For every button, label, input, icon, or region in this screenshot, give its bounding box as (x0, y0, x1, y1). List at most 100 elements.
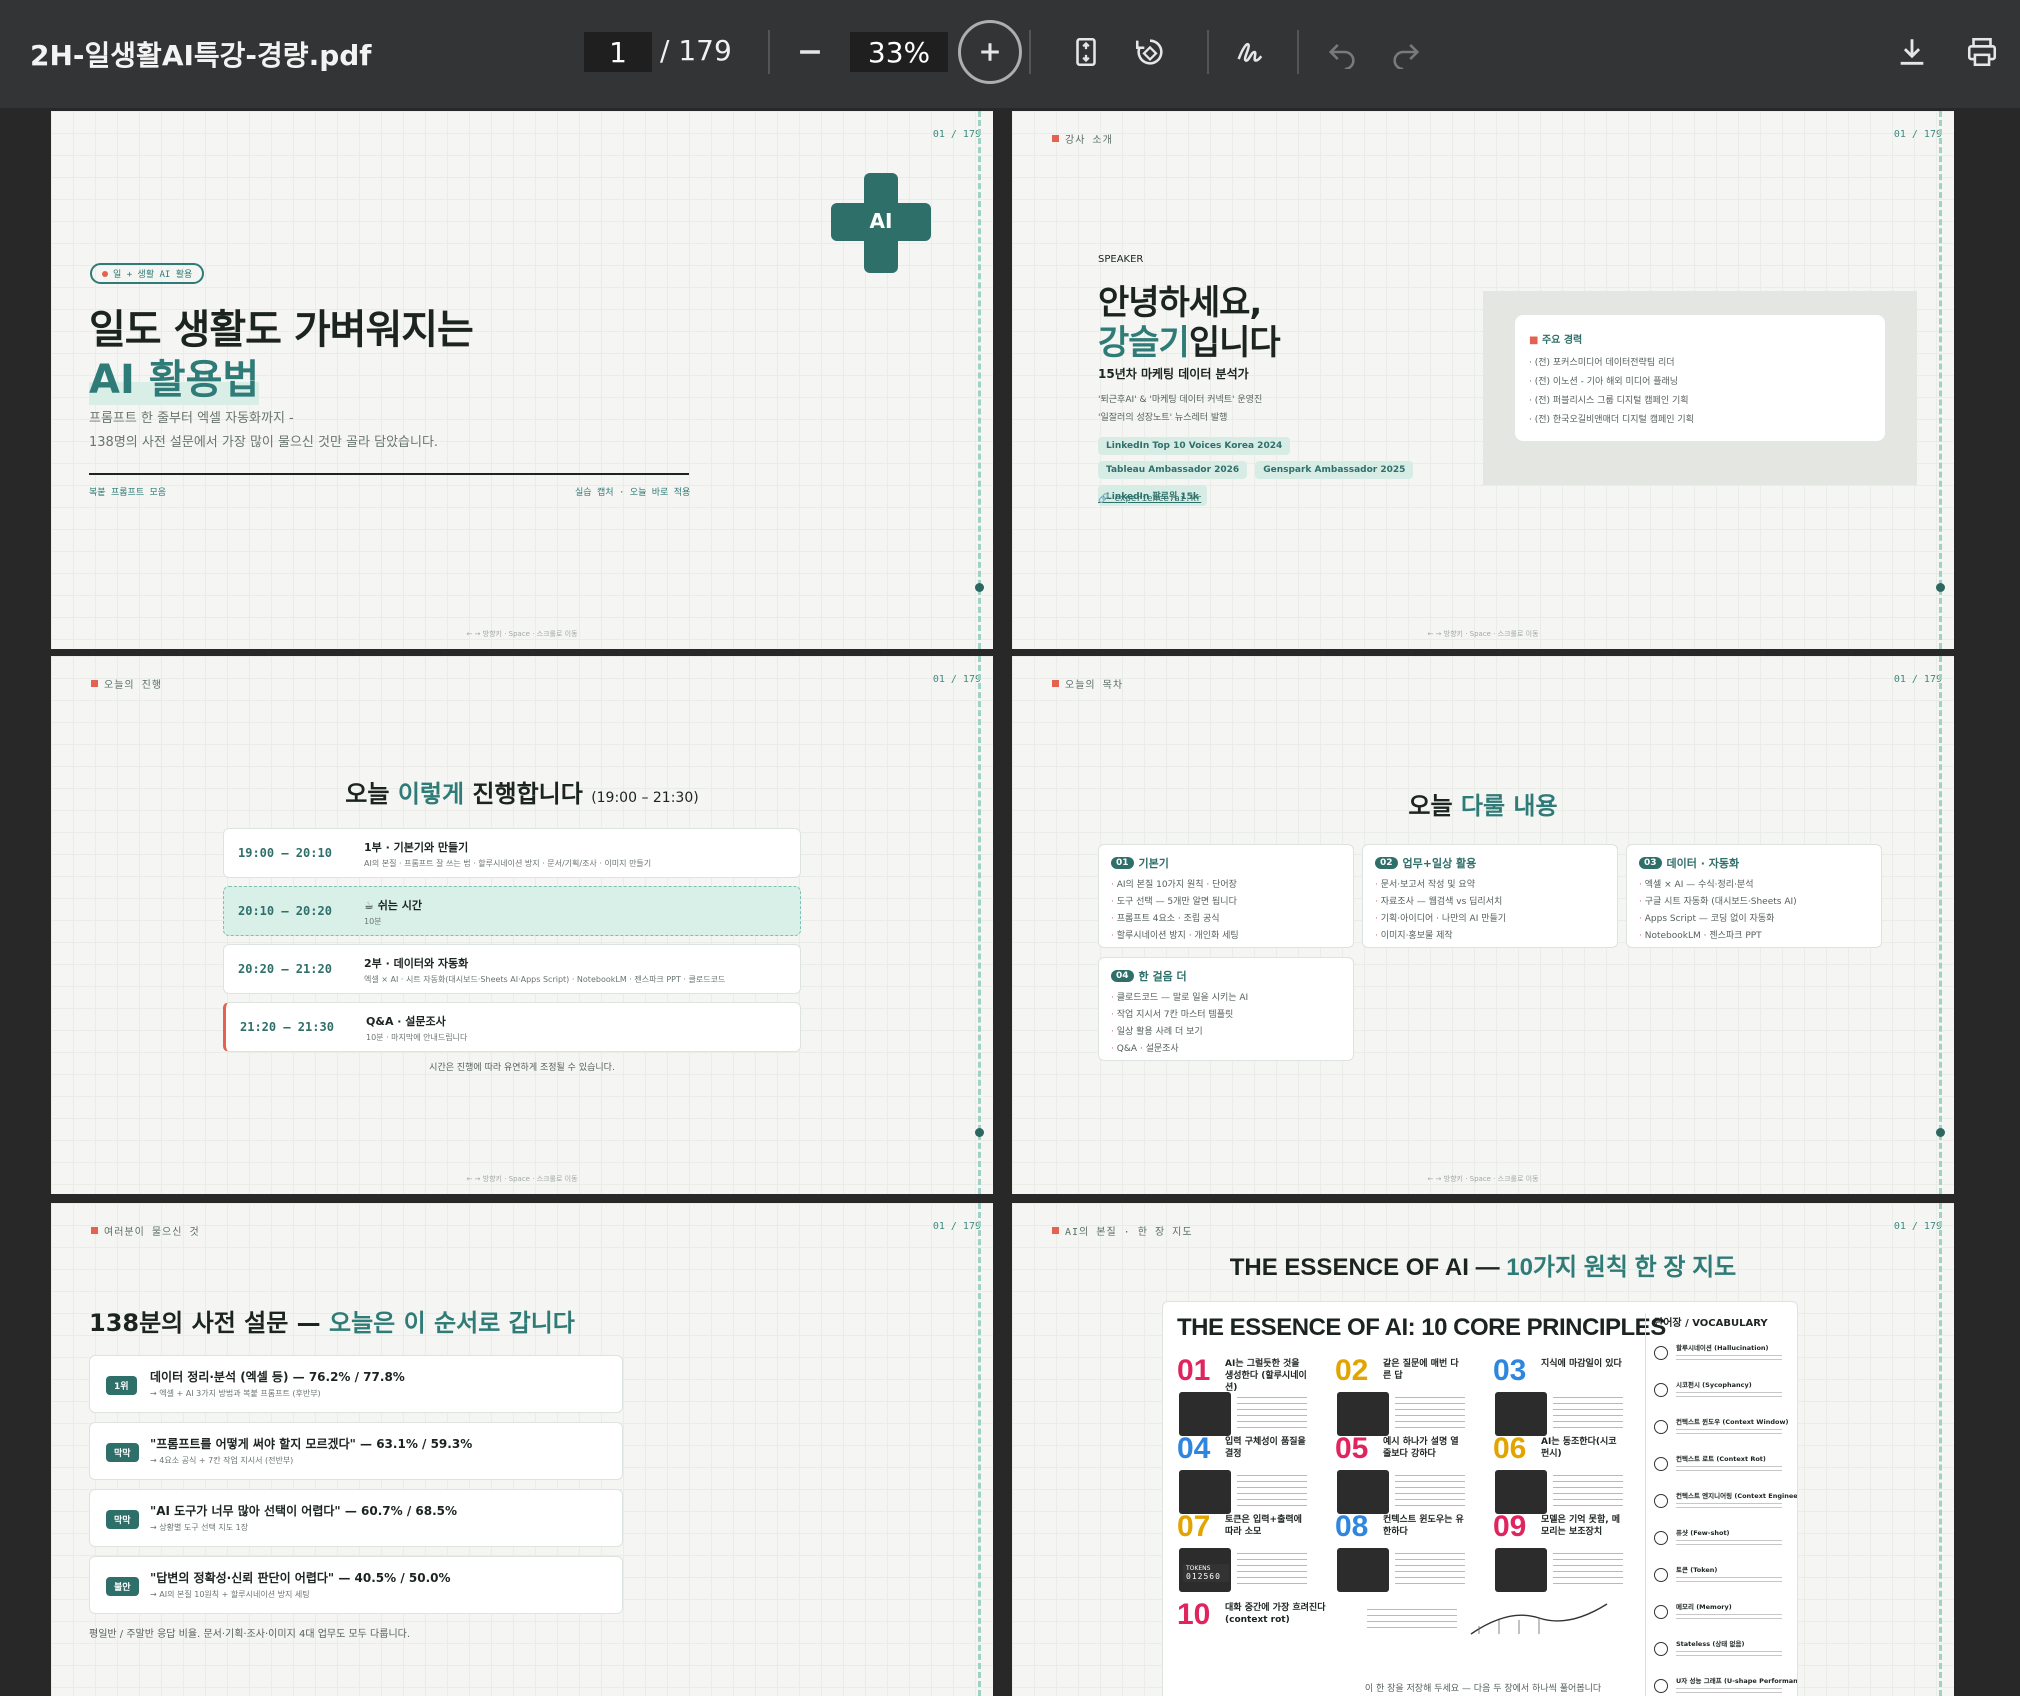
agenda-card: 01기본기 AI의 본질 10가지 원칙 · 단어장도구 선택 — 5개만 알면… (1098, 844, 1354, 948)
slide-heading-accent: AI 활용법 (89, 347, 260, 405)
vocabulary-definition (1676, 1611, 1782, 1620)
career-item: · (전) 포커스미디어 데이터전략팀 리더 (1529, 358, 1675, 368)
survey-answer: → 상황별 도구 선택 지도 1장 (150, 1523, 249, 1532)
link-icon: 🔗 (1098, 494, 1115, 504)
vocabulary-definition (1676, 1463, 1782, 1472)
principle-illustration (1495, 1548, 1547, 1592)
principle-heading: 예시 하나가 설명 열 줄보다 강하다 (1383, 1437, 1459, 1459)
page-counter: 01 / 179 (932, 674, 981, 685)
schedule-title: ☕ 쉬는 시간 (364, 899, 423, 912)
principle-card: 05 예시 하나가 설명 열 줄보다 강하다 (1335, 1432, 1485, 1514)
principle-body (1237, 1470, 1307, 1510)
career-title: 주요 경력 (1541, 335, 1583, 346)
survey-question: "프롬프트를 어떻게 써야 할지 모르겠다" — 63.1% / 59.3% (150, 1437, 473, 1451)
vocabulary-item: 할루시네이션 (Hallucination) (1654, 1342, 1786, 1368)
survey-item: 불안 "답변의 정확성·신뢰 판단이 어렵다" — 40.5% / 50.0% … (89, 1556, 623, 1614)
rank-badge: 1위 (106, 1376, 137, 1395)
page-counter: 01 / 179 (932, 1221, 981, 1232)
principle-number: 09 (1493, 1510, 1527, 1543)
schedule-title: 2부 · 데이터와 자동화 (364, 957, 469, 970)
principle-body (1553, 1548, 1623, 1588)
principle-number: 01 (1177, 1354, 1211, 1387)
bridge-graphic (1470, 1603, 1608, 1635)
vocabulary-definition (1676, 1574, 1782, 1583)
vocabulary-icon (1654, 1346, 1668, 1360)
zoom-level-field[interactable]: 33% (850, 32, 948, 72)
principle-heading: AI는 동조한다(시코펀시) (1541, 1437, 1617, 1459)
redo-button[interactable] (1382, 28, 1430, 76)
progress-dot (975, 1128, 984, 1137)
undo-button[interactable] (1318, 28, 1366, 76)
download-icon (1900, 39, 1924, 65)
kicker: SPEAKER (1098, 254, 1144, 265)
vocabulary-definition (1676, 1389, 1782, 1398)
poster-title: THE ESSENCE OF AI: 10 CORE PRINCIPLES (1177, 1314, 1666, 1341)
survey-answer: → 4요소 공식 + 7칸 작업 지시서 (전반부) (150, 1456, 294, 1465)
signature-icon (1237, 42, 1263, 62)
schedule-row: 19:00 – 20:10 1부 · 기본기와 만들기 AI의 본질 · 프롬프… (223, 828, 801, 878)
principle-number: 04 (1177, 1432, 1211, 1465)
document-title: 2H-일생활AI특강-경량.pdf (30, 39, 372, 72)
principle-number: 10 (1177, 1598, 1211, 1631)
agenda-card: 03데이터 · 자동화 엑셀 × AI — 수식·정리·분석구글 시트 자동화 … (1626, 844, 1882, 948)
speaker-name-suffix: 입니다 (1188, 323, 1281, 363)
section-label: AI의 본질 · 한 장 지도 (1052, 1223, 1193, 1238)
slide-speaker[interactable]: 강사 소개 01 / 179 SPEAKER 안녕하세요, 강슬기입니다 15년… (1012, 111, 1954, 649)
draw-button[interactable] (1226, 28, 1274, 76)
principle-number: 02 (1335, 1354, 1369, 1387)
vocabulary-definition (1676, 1500, 1782, 1509)
website-link-text: experience.ai.kr (1114, 494, 1202, 504)
slide-title[interactable]: 01 / 179 AI 일 + 생활 AI 활용 일도 생활도 가벼워지는 AI… (51, 111, 993, 649)
principle-heading: 입력 구체성이 품질을 결정 (1225, 1437, 1306, 1459)
principle-number: 08 (1335, 1510, 1369, 1543)
page-total: / 179 (660, 34, 732, 67)
zoom-in-button[interactable] (958, 20, 1022, 84)
vocabulary-term: Stateless (상태 없음) (1676, 1640, 1745, 1648)
progress-rail (1939, 656, 1942, 1194)
zoom-out-button[interactable] (786, 28, 834, 76)
principle-illustration (1337, 1548, 1389, 1592)
progress-rail (978, 1203, 981, 1696)
ai-plus-logo: AI (831, 173, 931, 273)
website-link[interactable]: 🔗 experience.ai.kr (1098, 494, 1201, 504)
principle-heading: 같은 질문에 매번 다른 답 (1383, 1359, 1459, 1381)
plus-icon (981, 43, 999, 61)
rotate-button[interactable] (1126, 28, 1174, 76)
progress-rail (1939, 111, 1942, 649)
minus-icon (800, 50, 820, 54)
page-counter: 01 / 179 (1893, 674, 1942, 685)
topic-pill: 일 + 생활 AI 활용 (90, 263, 205, 284)
principle-illustration (1495, 1392, 1547, 1436)
vocabulary-item: 컨텍스트 로트 (Context Rot) (1654, 1453, 1786, 1479)
survey-question: "AI 도구가 너무 많아 선택이 어렵다" — 60.7% / 68.5% (150, 1504, 458, 1518)
principle-number: 06 (1493, 1432, 1527, 1465)
schedule-title: 1부 · 기본기와 만들기 (364, 841, 469, 854)
principle-body (1367, 1604, 1457, 1630)
principle-number: 03 (1493, 1354, 1527, 1387)
slide-schedule[interactable]: 오늘의 진행 01 / 179 오늘 이렇게 진행합니다 (19:00 – 21… (51, 656, 993, 1194)
survey-item: 1위 데이터 정리·분석 (엑셀 등) — 76.2% / 77.8% → 엑셀… (89, 1355, 623, 1413)
credential-tag: Genspark Ambassador 2025 (1255, 461, 1414, 479)
download-button[interactable] (1888, 28, 1936, 76)
schedule-note: 시간은 진행에 따라 유연하게 조정될 수 있습니다. (429, 1063, 615, 1073)
vocabulary-term: 토큰 (Token) (1676, 1566, 1718, 1574)
schedule-row-break: 20:10 – 20:20 ☕ 쉬는 시간 10분 (223, 886, 801, 936)
principle-body (1237, 1392, 1307, 1432)
toolbar-divider (768, 30, 770, 74)
principle-illustration (1179, 1392, 1231, 1436)
print-button[interactable] (1958, 28, 2006, 76)
principle-card: 08 컨텍스트 윈도우는 유한하다 (1335, 1510, 1485, 1592)
undo-icon (1328, 44, 1355, 69)
slide-essence[interactable]: AI의 본질 · 한 장 지도 01 / 179 THE ESSENCE OF … (1012, 1203, 1954, 1696)
poster-note: 이 한 장을 저장해 두세요 — 다음 두 장에서 하나씩 풀어봅니다 (1364, 1684, 1602, 1694)
page-number-input[interactable]: 1 (584, 32, 652, 72)
slide-survey[interactable]: 여러분이 물으신 것 01 / 179 138분의 사전 설문 — 오늘은 이 … (51, 1203, 993, 1696)
vocabulary-item: 퓨샷 (Few-shot) (1654, 1527, 1786, 1553)
principle-card: 09 모델은 기억 못함, 메모리는 보조장치 (1493, 1510, 1643, 1592)
vocabulary-term: 컨텍스트 로트 (Context Rot) (1676, 1455, 1766, 1463)
principle-body (1553, 1470, 1623, 1510)
fit-page-button[interactable] (1062, 28, 1110, 76)
rank-badge: 막막 (106, 1510, 139, 1529)
section-label: 오늘의 목차 (1052, 676, 1123, 691)
slide-agenda[interactable]: 오늘의 목차 01 / 179 오늘 다룰 내용 01기본기 AI의 본질 10… (1012, 656, 1954, 1194)
